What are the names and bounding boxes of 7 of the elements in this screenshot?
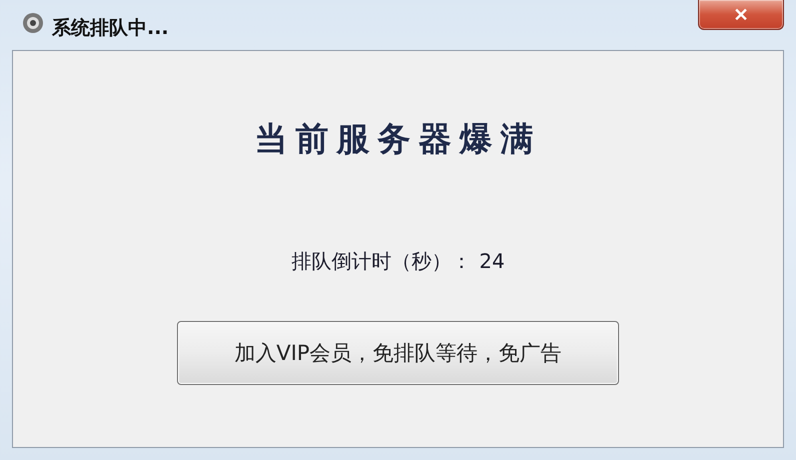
headline: 当前服务器爆满 — [254, 118, 542, 160]
window-title: 系统排队中... — [52, 16, 169, 41]
vip-button[interactable]: 加入VIP会员，免排队等待，免广告 — [177, 321, 619, 385]
countdown-label: 排队倒计时（秒）： — [291, 248, 472, 275]
close-button[interactable]: ✕ — [698, 0, 784, 30]
countdown-value: 24 — [479, 249, 505, 273]
app-icon — [22, 12, 44, 34]
